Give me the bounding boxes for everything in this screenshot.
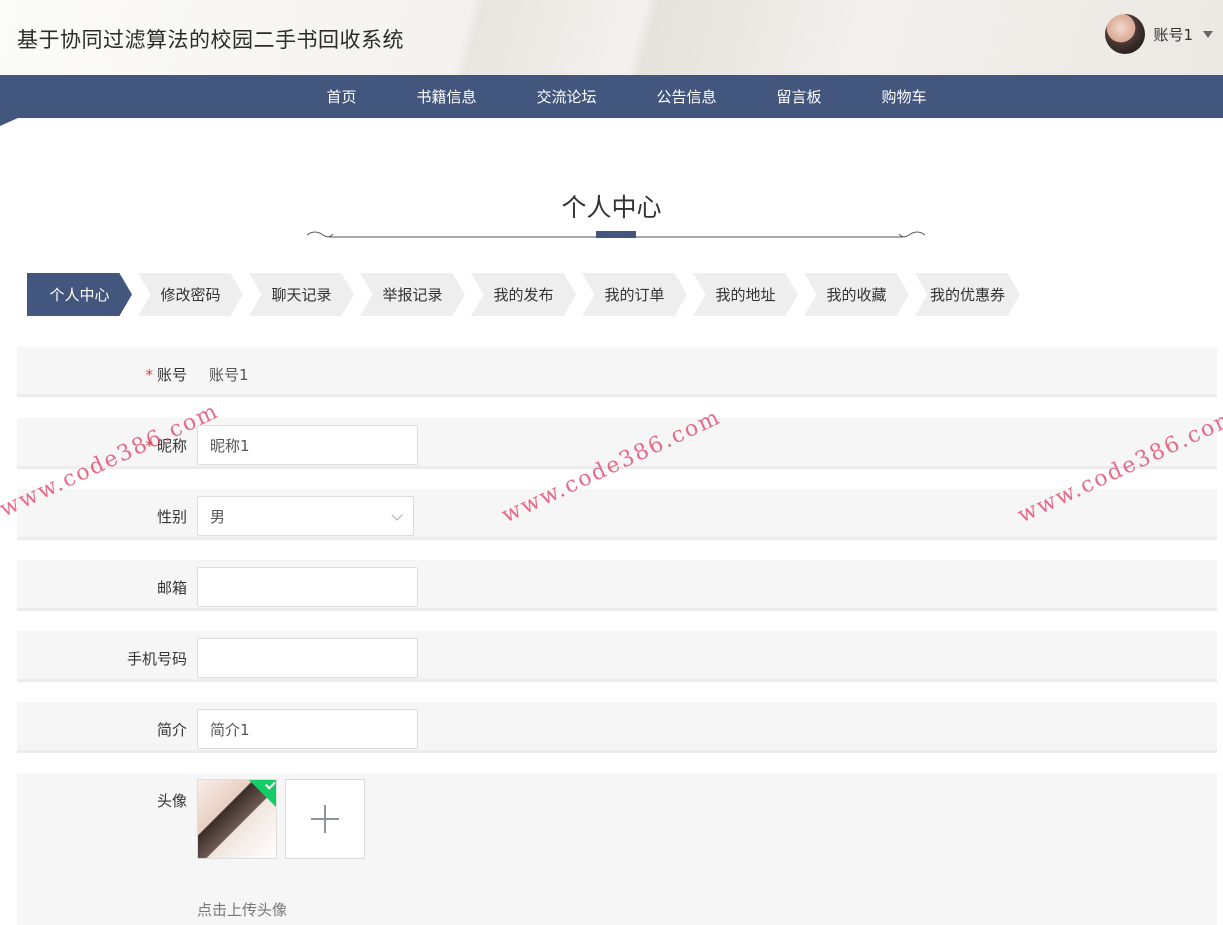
- page-title: 个人中心: [561, 193, 662, 222]
- nickname-label: * 昵称: [145, 437, 187, 455]
- plus-icon: [311, 805, 339, 833]
- user-menu[interactable]: 账号1: [1105, 14, 1213, 54]
- avatar-preview[interactable]: [197, 779, 277, 859]
- form-row-gender: 性别 男: [17, 489, 1217, 540]
- form-row-bio: 简介 简介1: [17, 702, 1217, 753]
- tab-chat-records[interactable]: 聊天记录: [249, 273, 354, 316]
- check-icon: [245, 780, 276, 809]
- nav-item-notice[interactable]: 公告信息: [627, 86, 747, 107]
- form-row-avatar: 头像 点击上传头像: [17, 773, 1217, 925]
- tab-my-address[interactable]: 我的地址: [693, 273, 798, 316]
- gender-select[interactable]: 男: [197, 496, 414, 536]
- tab-my-favorites[interactable]: 我的收藏: [804, 273, 909, 316]
- nav-item-forum[interactable]: 交流论坛: [506, 86, 626, 107]
- tab-my-posts[interactable]: 我的发布: [471, 273, 576, 316]
- avatar-upload-button[interactable]: [285, 779, 365, 859]
- chevron-down-icon: [391, 509, 403, 521]
- nickname-input[interactable]: 昵称1: [197, 425, 418, 465]
- tab-profile[interactable]: 个人中心: [27, 273, 132, 316]
- tab-change-password[interactable]: 修改密码: [138, 273, 243, 316]
- tab-my-coupons[interactable]: 我的优惠券: [915, 273, 1020, 316]
- email-input[interactable]: [197, 567, 418, 607]
- form-row-email: 邮箱: [17, 560, 1217, 611]
- form-row-phone: 手机号码: [17, 631, 1217, 682]
- nav-item-home[interactable]: 首页: [296, 86, 386, 107]
- account-label: * 账号: [145, 366, 187, 384]
- user-avatar[interactable]: [1105, 14, 1146, 54]
- tab-my-orders[interactable]: 我的订单: [582, 273, 687, 316]
- tab-report-records[interactable]: 举报记录: [360, 273, 465, 316]
- top-header: 基于协同过滤算法的校园二手书回收系统 账号1: [0, 0, 1223, 75]
- gender-label: 性别: [156, 508, 187, 526]
- caret-down-icon[interactable]: [1203, 30, 1213, 38]
- main-nav: 首页 书籍信息 交流论坛 公告信息 留言板 购物车: [0, 75, 1223, 126]
- account-value: 账号1: [209, 366, 249, 384]
- site-title: 基于协同过滤算法的校园二手书回收系统: [17, 28, 404, 52]
- avatar-upload-hint: 点击上传头像: [197, 901, 288, 919]
- bio-input[interactable]: 简介1: [197, 709, 418, 749]
- phone-label: 手机号码: [126, 650, 187, 668]
- form-row-account: * 账号 账号1: [17, 347, 1217, 397]
- profile-tabs: 个人中心 修改密码 聊天记录 举报记录 我的发布 我的订单 我的地址 我的收藏 …: [27, 273, 1026, 316]
- bio-label: 简介: [156, 721, 187, 739]
- form-row-nickname: * 昵称 昵称1: [17, 418, 1217, 469]
- nav-item-books[interactable]: 书籍信息: [386, 86, 506, 107]
- email-label: 邮箱: [156, 579, 187, 597]
- nav-item-cart[interactable]: 购物车: [852, 86, 957, 107]
- avatar-label: 头像: [156, 792, 187, 810]
- gender-selected-value: 男: [210, 507, 226, 526]
- user-name[interactable]: 账号1: [1153, 24, 1193, 45]
- nav-item-messages[interactable]: 留言板: [747, 86, 852, 107]
- phone-input[interactable]: [197, 638, 418, 678]
- title-divider: [306, 231, 926, 238]
